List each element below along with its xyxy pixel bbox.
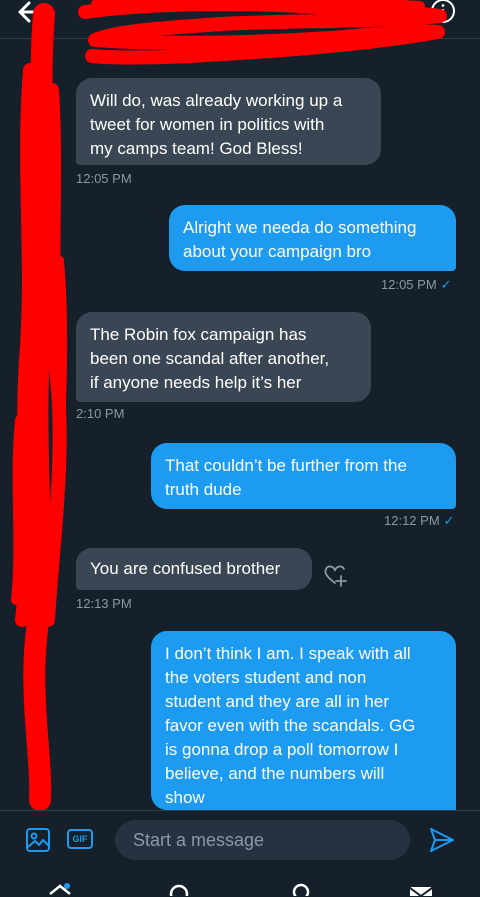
message-timestamp: 2:10 PM (76, 406, 125, 421)
message-received[interactable]: Will do, was already working up a tweet … (76, 78, 381, 165)
send-icon[interactable] (428, 826, 456, 854)
sent-check-icon: ✓ (443, 513, 455, 528)
image-icon[interactable] (25, 827, 51, 853)
sent-check-icon: ✓ (440, 277, 452, 292)
gif-button[interactable]: GIF (67, 829, 93, 849)
conversation-header (0, 0, 480, 38)
message-sent[interactable]: I don’t think I am. I speak with all the… (151, 631, 456, 810)
message-timestamp: 12:12 PM ✓ (384, 513, 455, 528)
message-timestamp: 12:05 PM (76, 171, 132, 186)
message-received[interactable]: The Robin fox campaign has been one scan… (76, 312, 371, 402)
message-received[interactable]: You are confused brother (76, 548, 312, 590)
info-icon[interactable] (430, 0, 456, 26)
home-icon[interactable] (47, 882, 73, 896)
message-timestamp: 12:13 PM (76, 596, 132, 611)
message-input[interactable]: Start a message (115, 820, 410, 860)
message-sent[interactable]: Alright we needa do something about your… (169, 205, 456, 271)
heart-plus-icon[interactable] (322, 562, 348, 588)
message-timestamp: 12:05 PM ✓ (381, 277, 452, 292)
message-sent[interactable]: That couldn’t be further from the truth … (151, 443, 456, 509)
messages-icon[interactable] (408, 882, 434, 896)
search-icon[interactable] (167, 882, 193, 896)
notifications-icon[interactable] (288, 882, 314, 896)
arrow-left-icon[interactable] (14, 0, 44, 28)
bottom-navigation (0, 872, 480, 896)
header-divider (0, 38, 480, 39)
